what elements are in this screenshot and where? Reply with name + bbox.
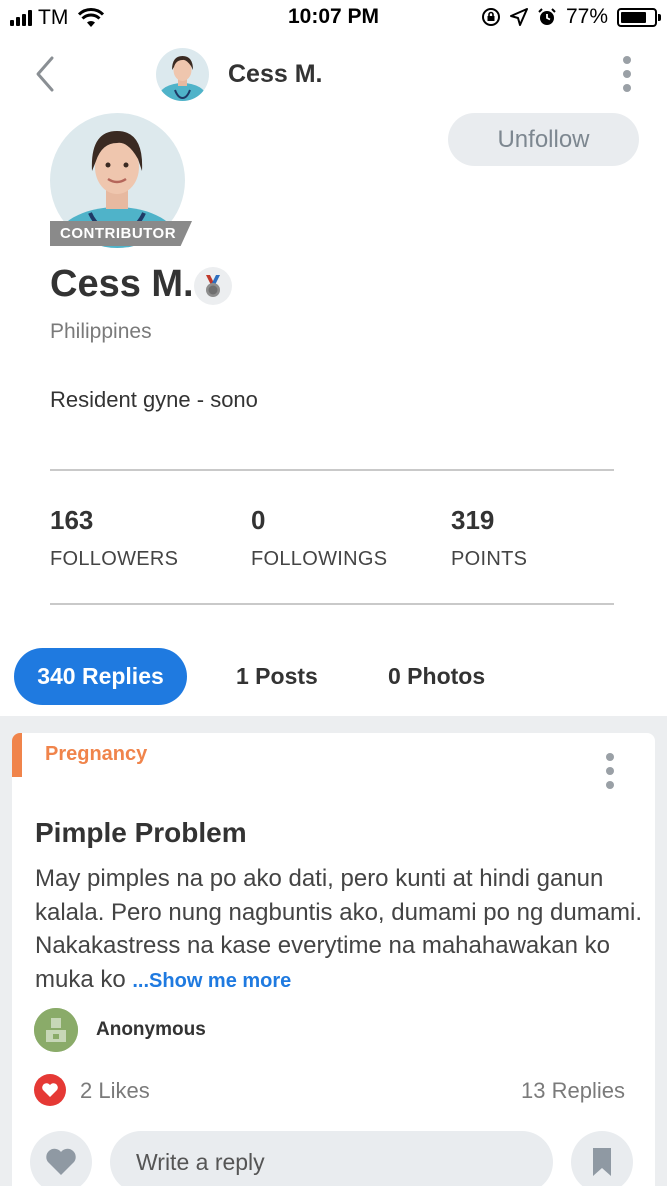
more-vertical-icon[interactable] bbox=[621, 56, 633, 92]
bookmark-button[interactable] bbox=[571, 1131, 633, 1186]
bookmark-icon bbox=[593, 1148, 611, 1176]
anonymous-avatar-icon bbox=[34, 1008, 78, 1052]
status-right: 77% bbox=[481, 5, 661, 29]
header-avatar-image bbox=[156, 48, 209, 101]
heart-icon bbox=[46, 1148, 76, 1175]
post-card[interactable]: Pregnancy Pimple Problem May pimples na … bbox=[12, 733, 655, 1186]
unfollow-button[interactable]: Unfollow bbox=[448, 113, 639, 166]
profile-name: Cess M. bbox=[50, 263, 194, 305]
nav-header: Cess M. bbox=[0, 36, 667, 112]
category-accent-bar bbox=[12, 733, 22, 777]
like-heart-icon bbox=[34, 1074, 66, 1106]
profile-bio: Resident gyne - sono bbox=[50, 387, 258, 412]
profile-location: Philippines bbox=[50, 320, 152, 343]
points-label: POINTS bbox=[451, 548, 528, 570]
post-category[interactable]: Pregnancy bbox=[45, 743, 147, 766]
battery-icon bbox=[617, 7, 661, 27]
followings-count: 0 bbox=[251, 505, 266, 535]
points-count: 319 bbox=[451, 505, 495, 535]
screen-lock-icon bbox=[481, 8, 500, 26]
post-body: May pimples na po ako dati, pero kunti a… bbox=[35, 862, 647, 998]
stat-followings[interactable]: 0 FOLLOWINGS bbox=[251, 505, 387, 571]
tab-replies[interactable]: 340 Replies bbox=[14, 648, 187, 705]
tab-posts[interactable]: 1 Posts bbox=[236, 648, 318, 705]
show-more-link[interactable]: ...Show me more bbox=[132, 970, 291, 992]
stat-points: 319 POINTS bbox=[451, 505, 527, 571]
followings-label: FOLLOWINGS bbox=[251, 548, 388, 570]
post-body-text: May pimples na po ako dati, pero kunti a… bbox=[35, 865, 643, 993]
alarm-icon bbox=[538, 8, 556, 25]
divider bbox=[50, 469, 614, 471]
location-icon bbox=[509, 8, 528, 26]
followers-count: 163 bbox=[50, 505, 94, 535]
tab-photos[interactable]: 0 Photos bbox=[388, 648, 485, 705]
likes-count: 2 Likes bbox=[80, 1078, 150, 1103]
stat-followers[interactable]: 163 FOLLOWERS bbox=[50, 505, 178, 571]
back-chevron-icon[interactable] bbox=[30, 52, 60, 96]
medal-icon bbox=[194, 267, 232, 305]
post-more-icon[interactable] bbox=[605, 753, 615, 789]
divider bbox=[50, 603, 614, 605]
header-title: Cess M. bbox=[228, 60, 323, 88]
status-bar: TM 10:07 PM 77% bbox=[0, 0, 667, 36]
reply-input[interactable] bbox=[110, 1131, 553, 1186]
followers-label: FOLLOWERS bbox=[50, 548, 179, 570]
author-name: Anonymous bbox=[96, 1019, 206, 1040]
replies-count[interactable]: 13 Replies bbox=[521, 1078, 625, 1104]
battery-percent: 77% bbox=[565, 5, 608, 28]
author-avatar bbox=[34, 1008, 78, 1052]
like-button[interactable] bbox=[30, 1131, 92, 1186]
header-avatar[interactable] bbox=[156, 48, 209, 101]
contributor-badge: CONTRIBUTOR bbox=[50, 221, 192, 246]
post-title[interactable]: Pimple Problem bbox=[35, 817, 247, 849]
